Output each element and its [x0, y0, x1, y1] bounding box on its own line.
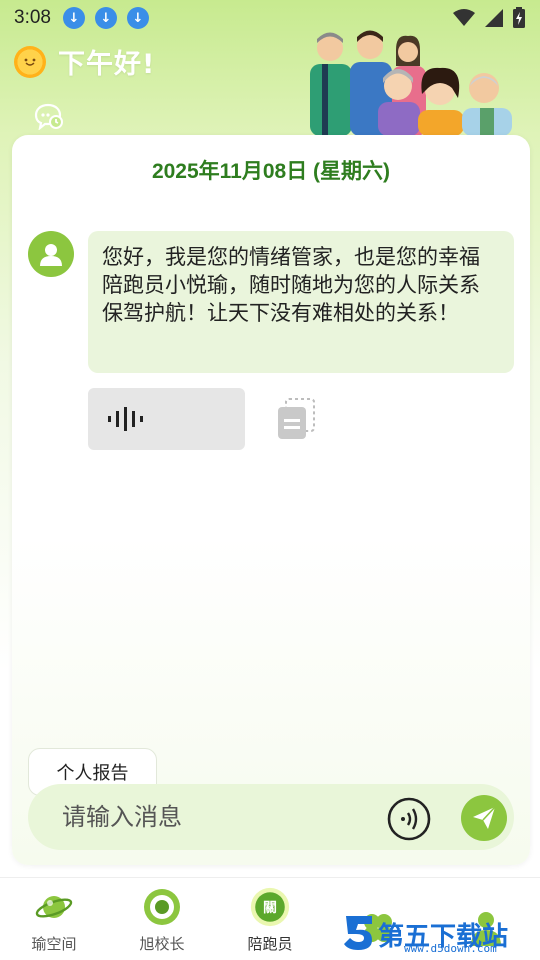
planet-icon: [34, 887, 74, 927]
badge-icon: 關: [250, 887, 290, 927]
send-button[interactable]: [461, 795, 507, 841]
chat-history-icon[interactable]: [34, 102, 64, 130]
download-icon: ↓: [62, 7, 85, 29]
message-input-bar: [28, 784, 514, 850]
copy-icon[interactable]: [274, 397, 318, 441]
tab-label: 陪跑员: [247, 935, 293, 953]
audio-wave-icon: [108, 407, 143, 431]
tab-companion[interactable]: 關 陪跑员: [216, 878, 324, 960]
tab-principal[interactable]: 旭校长: [108, 878, 216, 960]
assistant-avatar: [28, 231, 74, 277]
svg-text:關: 關: [263, 900, 277, 916]
family-illustration: [310, 30, 512, 136]
tab-label: 瑜空间: [31, 935, 77, 953]
watermark-logo-icon: [344, 916, 372, 950]
battery-icon: [513, 7, 525, 28]
chat-date: 2025年11月08日 (星期六): [151, 160, 391, 183]
greeting: 下午好!: [14, 42, 155, 81]
message-bubble: 您好，我是您的情绪管家，也是您的幸福陪跑员小悦瑜，随时随地为您的人际关系保驾护航…: [88, 231, 514, 373]
tab-label: 旭校长: [139, 935, 185, 953]
watermark-url: www.d5down.com: [404, 942, 497, 955]
status-indicators: [452, 7, 526, 29]
wifi-icon: [453, 9, 475, 26]
voice-input-icon[interactable]: [386, 796, 432, 842]
tab-space[interactable]: 瑜空间: [0, 878, 108, 960]
download-icon: ↓: [126, 7, 149, 29]
user-icon: [40, 244, 62, 266]
message-input[interactable]: [62, 800, 372, 834]
target-icon: [142, 887, 182, 927]
greeting-text: 下午好!: [58, 49, 156, 80]
status-time: 3:08: [14, 7, 51, 28]
voice-playback-button[interactable]: [88, 388, 245, 450]
sun-icon: [14, 45, 46, 78]
download-icon: ↓: [94, 7, 117, 29]
send-icon: [473, 806, 496, 829]
signal-icon: [485, 9, 503, 27]
